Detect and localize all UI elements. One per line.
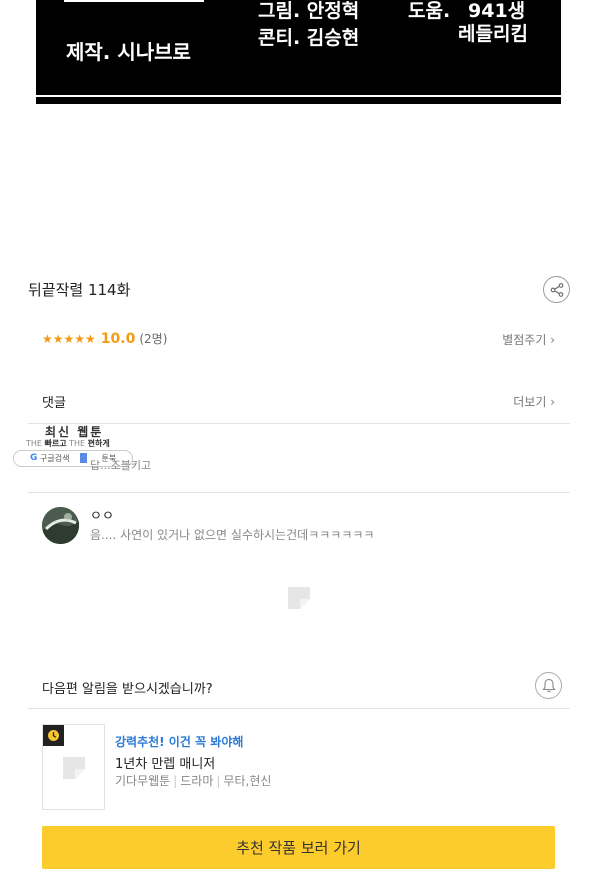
partially-hidden-comment: 답...조블키고 [90,459,152,472]
comment-author: ㅇㅇ [90,509,114,524]
comments-more-link[interactable]: 더보기 › [513,393,555,410]
tag-4: 편하게 [87,439,110,448]
toonbook-icon [80,453,87,463]
rating-summary: ★★★★★ 10.0 (2명) [42,330,167,347]
share-button[interactable] [543,276,570,303]
wait-free-badge [43,725,64,746]
next-episode-alert-text: 다음편 알림을 받으시겠습니까? [42,682,213,697]
tag-1: THE [26,439,42,448]
credit-production: 제작. 시나브로 [66,40,191,64]
avatar-image [42,507,79,544]
avatar [42,507,79,544]
credit-assist-label: 도움. [408,0,451,22]
comments-heading: 댓글 [42,396,66,411]
credit-assist-name-2: 레들리킴 [458,23,528,45]
meta-separator: | [173,774,178,788]
credit-storyboard: 콘티. 김승현 [258,27,360,49]
divider [28,492,570,493]
credits-divider-line [36,95,561,97]
comic-credits-panel: 제작. 시나브로 그림. 안정혁 콘티. 김승현 도움. 941생 레들리킴 [36,0,561,104]
recommended-works-button[interactable]: 추천 작품 보러 가기 [42,826,555,869]
tag-2: 빠르고 [44,439,67,448]
recommendation-thumbnail[interactable] [42,724,105,810]
comment-text: 음.... 사연이 있거나 없으면 실수하시는건데ㅋㅋㅋㅋㅋㅋ [90,528,375,542]
latest-webtoon-tags: THE 빠르고 THE 편하게 [26,438,110,449]
rating-score: 10.0 [100,330,136,347]
recommendation-title[interactable]: 1년차 만렙 매니저 [115,753,215,772]
google-icon: G [30,453,38,463]
meta-separator: | [216,774,221,788]
meta-category: 기다무웹툰 [115,774,171,788]
image-placeholder-icon [288,587,310,609]
share-icon [550,282,563,297]
cropped-credit-text [60,0,204,4]
meta-genre: 드라마 [180,774,214,788]
star-rating-icon: ★★★★★ [42,331,96,346]
recommendation-tag: 강력추천! 이건 꼭 봐야해 [115,735,244,749]
google-search-link[interactable]: 구글검색 [40,453,69,464]
bell-icon [541,678,556,693]
clock-icon [48,730,59,741]
episode-title: 뒤끝작렬 114화 [28,281,131,299]
subscribe-alert-button[interactable] [535,672,562,699]
divider [28,423,570,424]
recommendation-meta: 기다무웹툰 | 드라마 | 무타,현신 [115,772,271,789]
tag-3: THE [69,439,86,448]
divider [28,708,570,709]
rate-button[interactable]: 별점주기 › [502,331,555,348]
meta-authors: 무타,현신 [223,774,272,788]
image-placeholder-icon [63,757,85,779]
credit-art: 그림. 안정혁 [258,0,360,22]
rating-count: (2명) [139,332,168,346]
